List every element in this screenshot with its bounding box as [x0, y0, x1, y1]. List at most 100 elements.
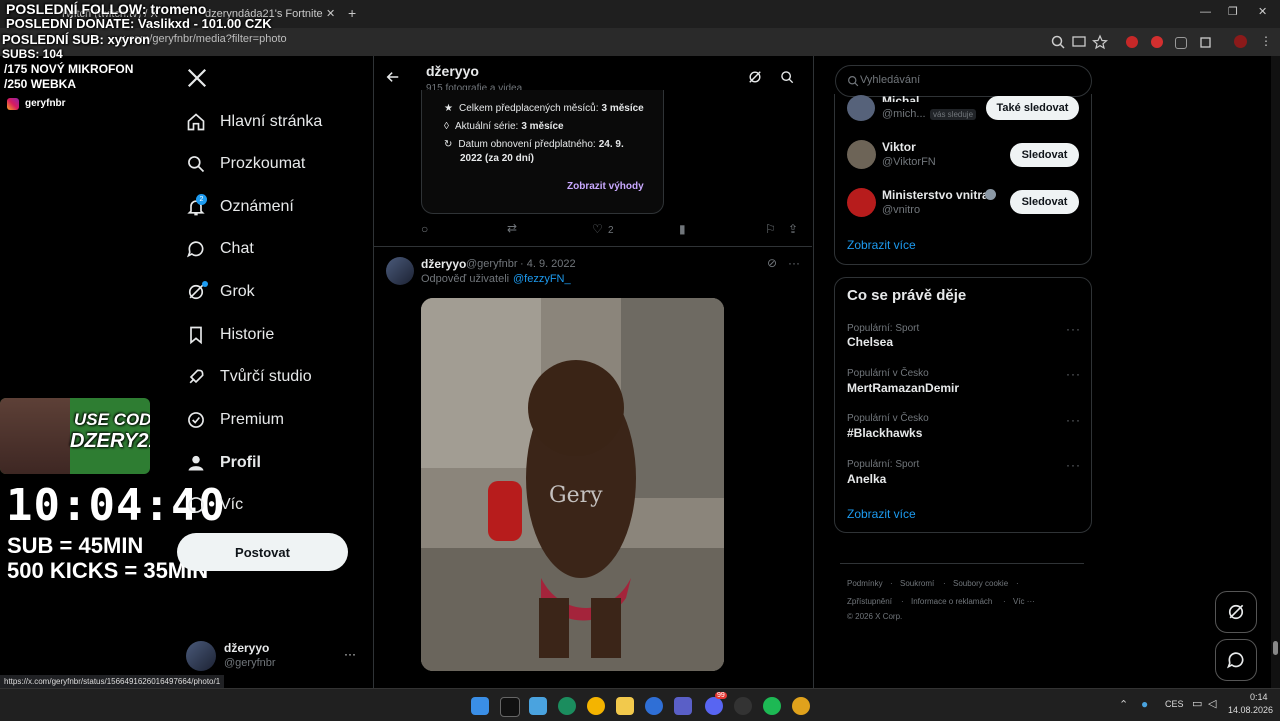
trend-more-button[interactable]: ··· — [1066, 458, 1081, 472]
follow-back-button[interactable]: Také sledovat — [986, 96, 1079, 120]
app-icon[interactable] — [645, 697, 663, 715]
volume-icon[interactable]: ◁ — [1208, 697, 1216, 710]
grok-icon[interactable]: ⊘ — [767, 256, 777, 270]
divider — [840, 563, 1084, 564]
obs-icon[interactable] — [734, 697, 752, 715]
back-arrow-icon[interactable] — [386, 70, 400, 84]
minimize-icon[interactable]: — — [1200, 6, 1211, 18]
messages-float-button[interactable] — [1215, 639, 1257, 681]
bookmark-icon[interactable]: ⚐ — [765, 222, 776, 236]
grok-icon[interactable] — [748, 70, 762, 84]
notepad-icon[interactable] — [529, 697, 547, 715]
nav-explore[interactable]: Prozkoumat — [186, 146, 305, 182]
clock-date[interactable]: 14.08.2026 — [1228, 705, 1273, 715]
scrollbar[interactable] — [1271, 56, 1280, 688]
tweet-author-name[interactable]: džeryyo — [421, 257, 466, 271]
bookmark-star-icon[interactable] — [1092, 34, 1108, 50]
trend-name[interactable]: MertRamazanDemir — [847, 381, 959, 395]
who-name[interactable]: Viktor — [882, 140, 916, 154]
extension-icon[interactable] — [1126, 36, 1138, 48]
show-more-link[interactable]: Zobrazit více — [847, 238, 916, 252]
footer-accessibility-link[interactable]: Zpřístupnění — [847, 597, 892, 606]
trend-name[interactable]: #Blackhawks — [847, 426, 922, 440]
footer-terms-link[interactable]: Podmínky — [847, 579, 883, 588]
follow-button[interactable]: Sledovat — [1010, 143, 1079, 167]
chrome-icon[interactable] — [792, 697, 810, 715]
who-name[interactable]: Ministerstvo vnitra — [882, 188, 989, 202]
zoom-icon[interactable] — [1050, 34, 1066, 50]
trend-name[interactable]: Anelka — [847, 472, 886, 486]
extension-icon[interactable] — [1175, 37, 1187, 49]
search-icon[interactable] — [780, 70, 794, 84]
tray-chevron-icon[interactable]: ⌃ — [1119, 698, 1128, 711]
profile-avatar[interactable] — [1234, 35, 1247, 48]
new-tab-button[interactable]: + — [348, 5, 356, 21]
nav-home[interactable]: Hlavní stránka — [186, 104, 322, 140]
who-handle[interactable]: @mich... — [882, 108, 926, 120]
show-benefits-link[interactable]: Zobrazit výhody — [567, 181, 644, 192]
avatar[interactable] — [847, 140, 876, 169]
tweet-photo[interactable]: Gery — [421, 298, 724, 671]
account-menu-button[interactable]: ··· — [344, 647, 356, 661]
tab-close-icon[interactable]: ✕ — [326, 7, 335, 20]
trends-show-more-link[interactable]: Zobrazit více — [847, 507, 916, 521]
windows-start-icon[interactable] — [471, 697, 489, 715]
chrome-icon[interactable] — [587, 697, 605, 715]
network-icon[interactable]: ▭ — [1192, 697, 1202, 710]
footer-ads-link[interactable]: Informace o reklamách — [911, 597, 992, 606]
nav-premium[interactable]: Premium — [186, 402, 284, 438]
account-name: džeryyo — [224, 641, 270, 655]
avatar[interactable] — [847, 95, 875, 121]
footer-more-link[interactable]: Víc ··· — [1013, 597, 1035, 606]
spotify-icon[interactable] — [763, 697, 781, 715]
post-button[interactable]: Postovat — [177, 533, 348, 571]
reply-to-link[interactable]: @fezzyFN_ — [513, 273, 571, 285]
grok-float-button[interactable] — [1215, 591, 1257, 633]
file-explorer-icon[interactable] — [616, 697, 634, 715]
tweet-more-button[interactable]: ··· — [788, 256, 800, 270]
discord-icon[interactable] — [705, 697, 723, 715]
language-indicator[interactable]: CES — [1165, 699, 1184, 709]
search-input[interactable]: Vyhledávání — [835, 65, 1092, 97]
trend-more-button[interactable]: ··· — [1066, 322, 1081, 336]
scrollbar-thumb[interactable] — [1273, 641, 1278, 655]
maximize-icon[interactable]: ❐ — [1228, 5, 1238, 18]
trend-more-button[interactable]: ··· — [1066, 367, 1081, 381]
extension-icon[interactable] — [1151, 36, 1163, 48]
tweet-author-handle[interactable]: @geryfnbr — [466, 258, 518, 270]
teams-icon[interactable] — [674, 697, 692, 715]
nav-profile[interactable]: Profil — [186, 445, 261, 481]
nav-bookmarks[interactable]: Historie — [186, 317, 274, 353]
x-logo-icon[interactable] — [186, 67, 208, 89]
like-icon[interactable]: ♡ — [592, 222, 603, 236]
edge-icon[interactable] — [558, 697, 576, 715]
who-handle[interactable]: @ViktorFN — [882, 156, 936, 168]
avatar[interactable] — [186, 641, 216, 671]
cast-icon[interactable] — [1071, 34, 1087, 50]
nav-more[interactable]: Víc — [186, 487, 243, 523]
tweet-date[interactable]: · 4. 9. 2022 — [520, 258, 576, 270]
footer-privacy-link[interactable]: Soukromí — [900, 579, 934, 588]
avatar[interactable] — [847, 188, 876, 217]
avatar[interactable] — [386, 257, 414, 285]
nav-grok[interactable]: Grok — [186, 274, 255, 310]
epic-games-icon[interactable] — [500, 697, 520, 717]
microphone-icon[interactable]: ● — [1141, 697, 1148, 711]
footer-cookies-link[interactable]: Soubory cookie — [953, 579, 1008, 588]
who-handle[interactable]: @vnitro — [882, 204, 920, 216]
nav-chat[interactable]: Chat — [186, 231, 254, 267]
retweet-icon[interactable]: ⇄ — [507, 221, 517, 235]
trend-more-button[interactable]: ··· — [1066, 413, 1081, 427]
share-icon[interactable]: ⇪ — [788, 222, 798, 236]
photo-caption: Gery — [549, 483, 603, 508]
trend-name[interactable]: Chelsea — [847, 335, 893, 349]
reply-icon[interactable]: ○ — [421, 222, 428, 236]
browser-menu-icon[interactable]: ⋮ — [1260, 34, 1272, 48]
views-icon[interactable]: ▮ — [679, 222, 686, 236]
clock-time[interactable]: 0:14 — [1250, 692, 1268, 702]
follow-button[interactable]: Sledovat — [1010, 190, 1079, 214]
window-close-icon[interactable]: ✕ — [1258, 5, 1267, 18]
puzzle-icon[interactable] — [1198, 34, 1214, 50]
nav-studio[interactable]: Tvůrčí studio — [186, 359, 312, 395]
who-name[interactable]: Michal_ — [882, 94, 926, 102]
